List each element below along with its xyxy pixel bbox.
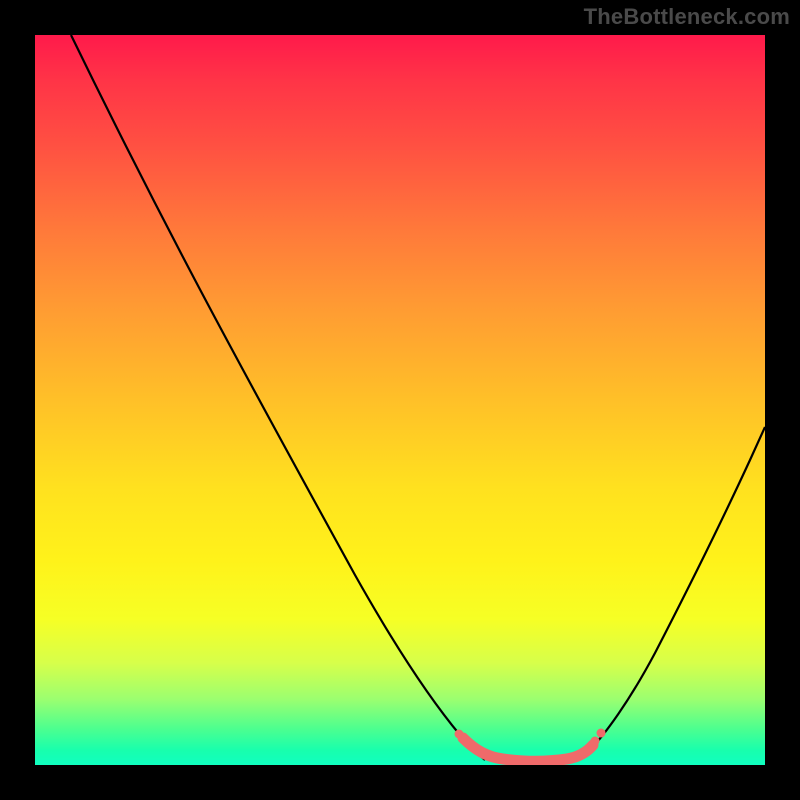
accent-dot xyxy=(591,737,600,746)
accent-dot xyxy=(597,729,606,738)
chart-frame: TheBottleneck.com xyxy=(0,0,800,800)
curve-layer xyxy=(35,35,765,765)
right-branch xyxy=(587,427,765,753)
plot-area xyxy=(35,35,765,765)
flat-bottom-accent xyxy=(463,738,593,761)
watermark-text: TheBottleneck.com xyxy=(584,4,790,30)
accent-dot xyxy=(455,730,464,739)
left-branch xyxy=(71,35,485,760)
